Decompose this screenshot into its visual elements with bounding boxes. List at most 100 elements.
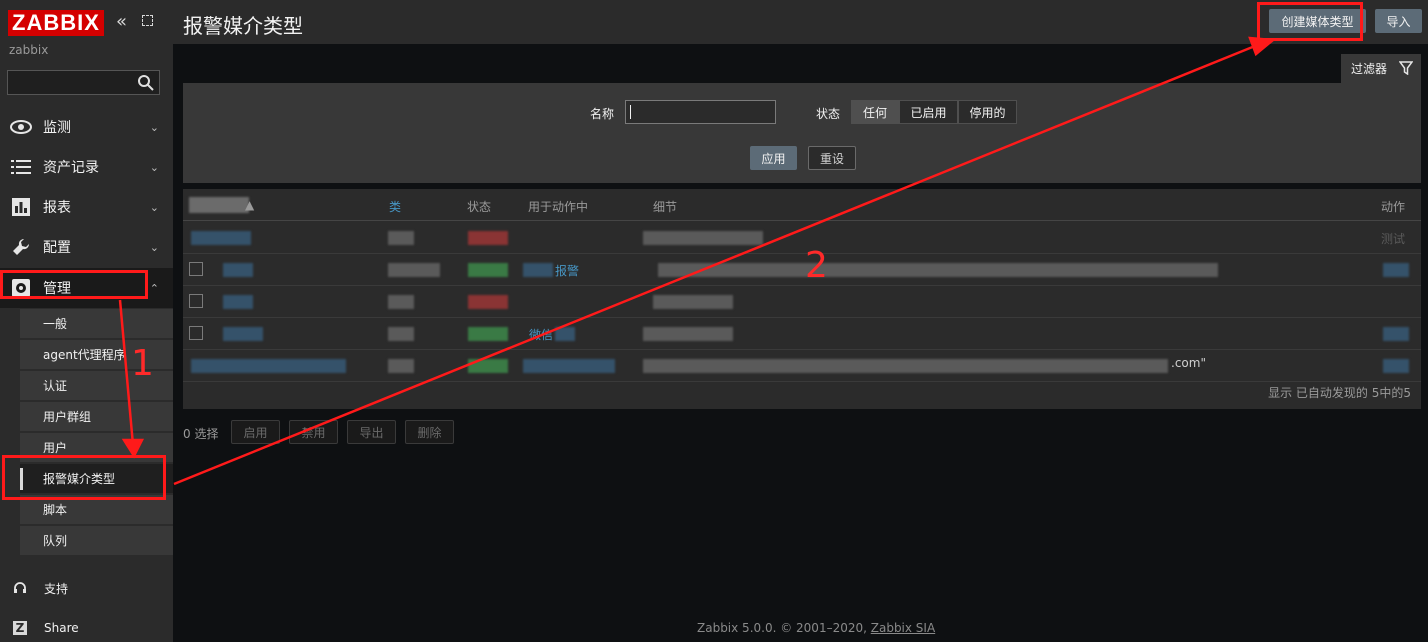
status-filter-label: 状态: [816, 107, 841, 121]
annotation-step-2: 2: [805, 245, 828, 286]
chevron-down-icon: ⌄: [149, 200, 159, 214]
submenu-queue[interactable]: 队列: [20, 526, 173, 556]
blurred-action-link[interactable]: [523, 263, 553, 277]
logo-row: ZABBIX: [8, 10, 104, 36]
blurred-name[interactable]: [191, 359, 346, 373]
import-button[interactable]: 导入: [1375, 9, 1422, 33]
blurred-name[interactable]: [223, 295, 253, 309]
blurred-action[interactable]: [1383, 327, 1409, 341]
sidebar: ZABBIX « zabbix 监测 ⌄ 资产记录 ⌄ 报表 ⌄ 配置 ⌄ 管理…: [0, 0, 173, 642]
blurred-status[interactable]: [468, 295, 508, 309]
action-link[interactable]: 报警: [555, 262, 579, 279]
blurred-status[interactable]: [468, 359, 508, 373]
blurred-status[interactable]: [468, 231, 508, 245]
blurred-details: [653, 295, 733, 309]
chevron-down-icon: ⌄: [149, 240, 159, 254]
blurred-type: [388, 231, 414, 245]
footer-company-link[interactable]: Zabbix SIA: [871, 621, 935, 635]
blurred-name[interactable]: [223, 327, 263, 341]
menu-label: 报表: [43, 200, 71, 216]
table-row: 报警: [183, 254, 1421, 286]
blurred-action[interactable]: [1383, 359, 1409, 373]
blurred-status[interactable]: [468, 263, 508, 277]
menu-label: 配置: [43, 240, 71, 256]
blurred-status[interactable]: [468, 327, 508, 341]
blurred-type: [388, 263, 440, 277]
blurred-details: [643, 231, 763, 245]
media-types-table: ▲ 类 状态 用于动作中 细节 动作 测试 报警 微信 .com" 显示 已自动…: [183, 189, 1421, 409]
table-row: 测试: [183, 222, 1421, 254]
table-row: 微信: [183, 318, 1421, 350]
menu-monitoring[interactable]: 监测 ⌄: [0, 107, 173, 147]
column-status: 状态: [467, 200, 492, 214]
sidebar-search-input[interactable]: [7, 70, 160, 95]
action-link[interactable]: 微信: [529, 326, 553, 343]
annotation-step-1: 1: [131, 343, 154, 384]
page-header: 报警媒介类型 创建媒体类型 导入: [173, 0, 1428, 44]
column-details: 细节: [653, 200, 678, 214]
table-row: [183, 286, 1421, 318]
chevron-up-icon: ⌃: [149, 281, 159, 295]
reset-filter-button[interactable]: 重设: [808, 146, 856, 170]
menu-label: 监测: [43, 120, 71, 136]
export-button[interactable]: 导出: [347, 420, 396, 444]
status-any-option[interactable]: 任何: [851, 100, 899, 124]
submenu-general[interactable]: 一般: [20, 309, 173, 339]
blurred-type: [388, 295, 414, 309]
details-tail: .com": [1171, 356, 1206, 370]
blurred-action-link[interactable]: [523, 359, 615, 373]
column-action: 动作: [1381, 200, 1406, 214]
selected-count: 0 选择: [183, 427, 219, 441]
status-disabled-option[interactable]: 停用的: [958, 100, 1017, 124]
blurred-name[interactable]: [223, 263, 253, 277]
annotation-box-media-types: [2, 455, 166, 500]
kiosk-mode-icon[interactable]: [142, 15, 153, 26]
collapse-sidebar-icon[interactable]: «: [116, 12, 127, 32]
support-label: 支持: [44, 581, 69, 596]
status-enabled-option[interactable]: 已启用: [899, 100, 958, 124]
test-link[interactable]: 测试: [1381, 230, 1405, 247]
server-name: zabbix: [9, 43, 49, 57]
filter-tab-label: 过滤器: [1351, 62, 1388, 76]
support-link[interactable]: 支持: [0, 571, 173, 605]
annotation-box-admin: [0, 270, 148, 299]
delete-button[interactable]: 删除: [405, 420, 454, 444]
column-used-in-actions: 用于动作中: [528, 200, 589, 214]
chevron-down-icon: ⌄: [149, 120, 159, 134]
list-icon: [10, 157, 32, 177]
eye-icon: [10, 117, 32, 137]
column-type[interactable]: 类: [389, 198, 401, 215]
wrench-icon: [10, 237, 32, 257]
blurred-action-link[interactable]: [555, 327, 575, 341]
menu-configuration[interactable]: 配置 ⌄: [0, 227, 173, 267]
filter-tab[interactable]: 过滤器: [1341, 54, 1421, 83]
zabbix-logo[interactable]: ZABBIX: [8, 10, 104, 36]
menu-reports[interactable]: 报表 ⌄: [0, 187, 173, 227]
blurred-action[interactable]: [1383, 263, 1409, 277]
row-checkbox[interactable]: [189, 294, 203, 308]
name-filter-input[interactable]: [625, 100, 776, 124]
blurred-details: [643, 327, 733, 341]
row-checkbox[interactable]: [189, 326, 203, 340]
share-link[interactable]: Z Share: [0, 611, 173, 642]
submenu-user-groups[interactable]: 用户群组: [20, 402, 173, 432]
blurred-name[interactable]: [191, 231, 251, 245]
chevron-down-icon: ⌄: [149, 160, 159, 174]
apply-filter-button[interactable]: 应用: [750, 146, 797, 170]
blurred-details: [643, 359, 1168, 373]
column-name-sort-icon[interactable]: ▲: [245, 198, 254, 212]
table-stats: 显示 已自动发现的 5中的5: [1268, 386, 1411, 400]
blurred-details: [658, 263, 1218, 277]
annotation-box-create: [1257, 2, 1363, 41]
row-checkbox[interactable]: [189, 262, 203, 276]
search-icon[interactable]: [137, 74, 155, 92]
blurred-type: [388, 359, 414, 373]
filter-panel: 名称 状态 任何 已启用 停用的 应用 重设: [183, 83, 1421, 183]
name-filter-label: 名称: [590, 107, 615, 121]
zabbix-share-icon: Z: [13, 621, 27, 635]
enable-button[interactable]: 启用: [231, 420, 280, 444]
menu-inventory[interactable]: 资产记录 ⌄: [0, 147, 173, 187]
page-title: 报警媒介类型: [183, 14, 303, 38]
funnel-icon: [1399, 61, 1413, 75]
disable-button[interactable]: 禁用: [289, 420, 338, 444]
